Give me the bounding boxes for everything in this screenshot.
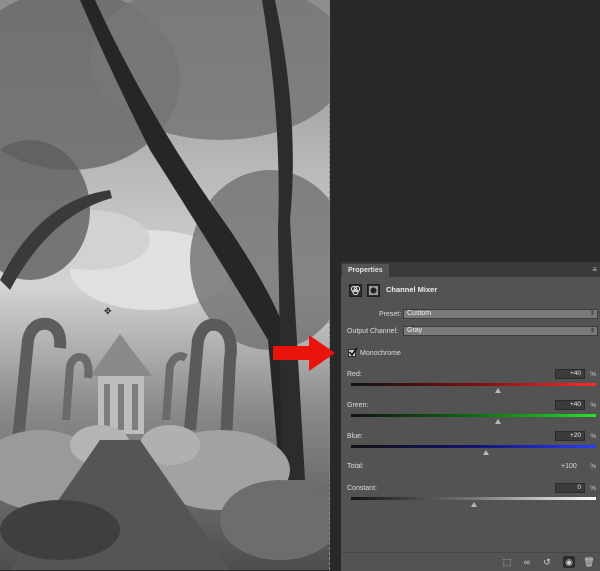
preset-label: Preset: (379, 311, 402, 318)
preset-dropdown[interactable]: Custom ⇕ (403, 309, 598, 319)
monochrome-checkbox[interactable] (348, 347, 358, 357)
constant-slider-track[interactable] (351, 497, 596, 500)
blue-slider-track[interactable] (351, 445, 596, 448)
dropdown-arrows-icon: ⇕ (589, 311, 595, 317)
constant-value-field[interactable]: 0 (555, 483, 585, 493)
green-value-field[interactable]: +40 (555, 400, 585, 410)
blue-value-field[interactable]: +20 (555, 431, 585, 441)
reset-icon[interactable]: ↺ (541, 556, 553, 568)
constant-percent-unit: % (590, 485, 596, 492)
panel-tab-bar: Properties ≡ (341, 263, 600, 277)
monochrome-park-image (0, 0, 330, 570)
layer-mask-icon[interactable] (367, 284, 380, 297)
blue-channel-label: Blue: (347, 433, 363, 440)
preset-value: Custom (407, 310, 432, 317)
dropdown-arrows-icon: ⇕ (589, 328, 595, 334)
red-channel-label: Red: (347, 371, 362, 378)
crosshair-cursor-icon: ✥ (104, 306, 112, 316)
output-channel-label: Output Channel: (347, 328, 398, 335)
red-arrow-annotation-icon (273, 335, 335, 371)
adjustment-layer-icon[interactable] (349, 284, 362, 297)
output-channel-value: Gray (407, 327, 423, 334)
tab-properties[interactable]: Properties (342, 264, 389, 277)
constant-slider-thumb[interactable] (470, 502, 477, 507)
monochrome-label: Monochrome (360, 350, 401, 357)
properties-panel: Properties ≡ Channel Mixer Preset: Custo… (341, 262, 600, 571)
canvas-boundary-dashed-line (329, 0, 330, 570)
pasteboard-area (331, 0, 600, 262)
red-slider-track[interactable] (351, 383, 596, 386)
panel-bottom-toolbar: ⬚ ∞ ↺ ◉ 🗑 (341, 552, 600, 571)
total-percent-unit: % (590, 463, 596, 470)
view-previous-state-icon[interactable]: ∞ (521, 556, 533, 568)
green-slider-thumb[interactable] (495, 419, 501, 424)
red-value-field[interactable]: +40 (555, 369, 585, 379)
constant-label: Constant: (347, 485, 377, 492)
delete-trash-icon[interactable]: 🗑 (583, 556, 595, 568)
checkmark-icon (348, 347, 358, 357)
total-value: +100 (561, 463, 577, 470)
red-slider-thumb[interactable] (495, 388, 501, 393)
output-channel-dropdown[interactable]: Gray ⇕ (403, 326, 598, 336)
red-percent-unit: % (590, 371, 596, 378)
green-channel-label: Green: (347, 402, 369, 409)
clip-to-layer-icon[interactable]: ⬚ (501, 556, 513, 568)
document-canvas-photo[interactable] (0, 0, 330, 570)
blue-slider-thumb[interactable] (482, 450, 489, 455)
blue-percent-unit: % (590, 433, 596, 440)
total-label: Total: (347, 463, 364, 470)
adjustment-title: Channel Mixer (386, 285, 438, 294)
panel-menu-icon[interactable]: ≡ (592, 264, 597, 276)
green-slider-track[interactable] (351, 414, 596, 417)
visibility-eye-icon[interactable]: ◉ (563, 556, 575, 568)
green-percent-unit: % (590, 402, 596, 409)
